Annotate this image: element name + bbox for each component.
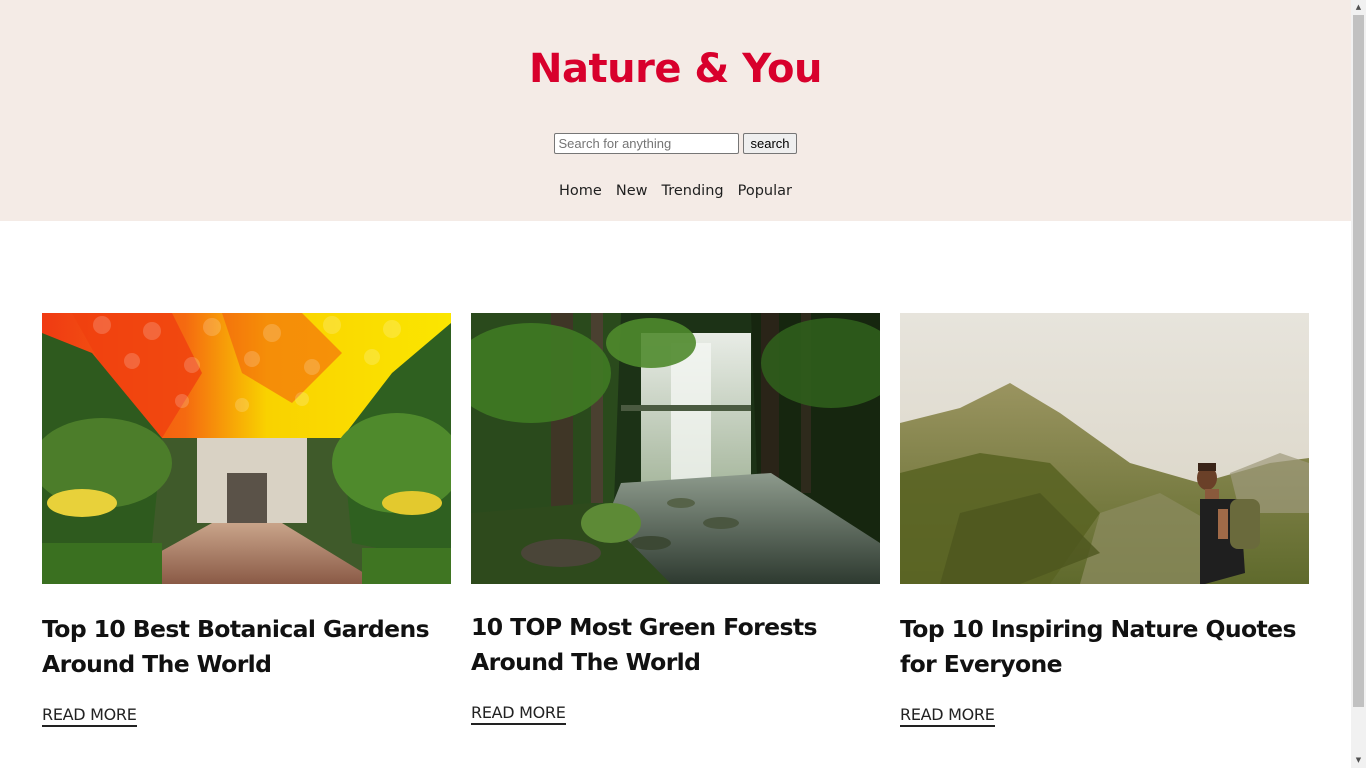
post-image-hiker[interactable]	[900, 313, 1309, 584]
hiker-mountain-image	[900, 313, 1309, 584]
botanical-garden-image	[42, 313, 451, 584]
scroll-up-arrow-icon[interactable]: ▲	[1351, 0, 1366, 15]
read-more-link[interactable]: READ MORE	[471, 703, 566, 725]
main-nav: Home New Trending Popular	[0, 183, 1351, 199]
forest-waterfall-image	[471, 313, 880, 584]
nav-trending[interactable]: Trending	[661, 183, 723, 199]
site-header: Nature & You search Home New Trending Popul…	[0, 0, 1351, 221]
read-more-link[interactable]: READ MORE	[42, 705, 137, 727]
post-image-forest[interactable]	[471, 313, 880, 584]
post-image-botanical-garden[interactable]	[42, 313, 451, 584]
nav-popular[interactable]: Popular	[738, 183, 792, 199]
search-button[interactable]: search	[743, 133, 797, 154]
post-title[interactable]: Top 10 Best Botanical Gardens Around The…	[42, 612, 451, 682]
post-title[interactable]: Top 10 Inspiring Nature Quotes for Every…	[900, 612, 1309, 682]
search-input[interactable]	[554, 133, 740, 154]
scroll-down-arrow-icon[interactable]: ▼	[1351, 753, 1366, 768]
nav-new[interactable]: New	[616, 183, 648, 199]
site-title: Nature & You	[529, 46, 822, 92]
search-form: search	[0, 133, 1351, 154]
post-title[interactable]: 10 TOP Most Green Forests Around The Wor…	[471, 610, 880, 680]
scrollbar-thumb[interactable]	[1353, 15, 1364, 707]
nav-home[interactable]: Home	[559, 183, 602, 199]
vertical-scrollbar[interactable]: ▲ ▼	[1351, 0, 1366, 768]
read-more-link[interactable]: READ MORE	[900, 705, 995, 727]
